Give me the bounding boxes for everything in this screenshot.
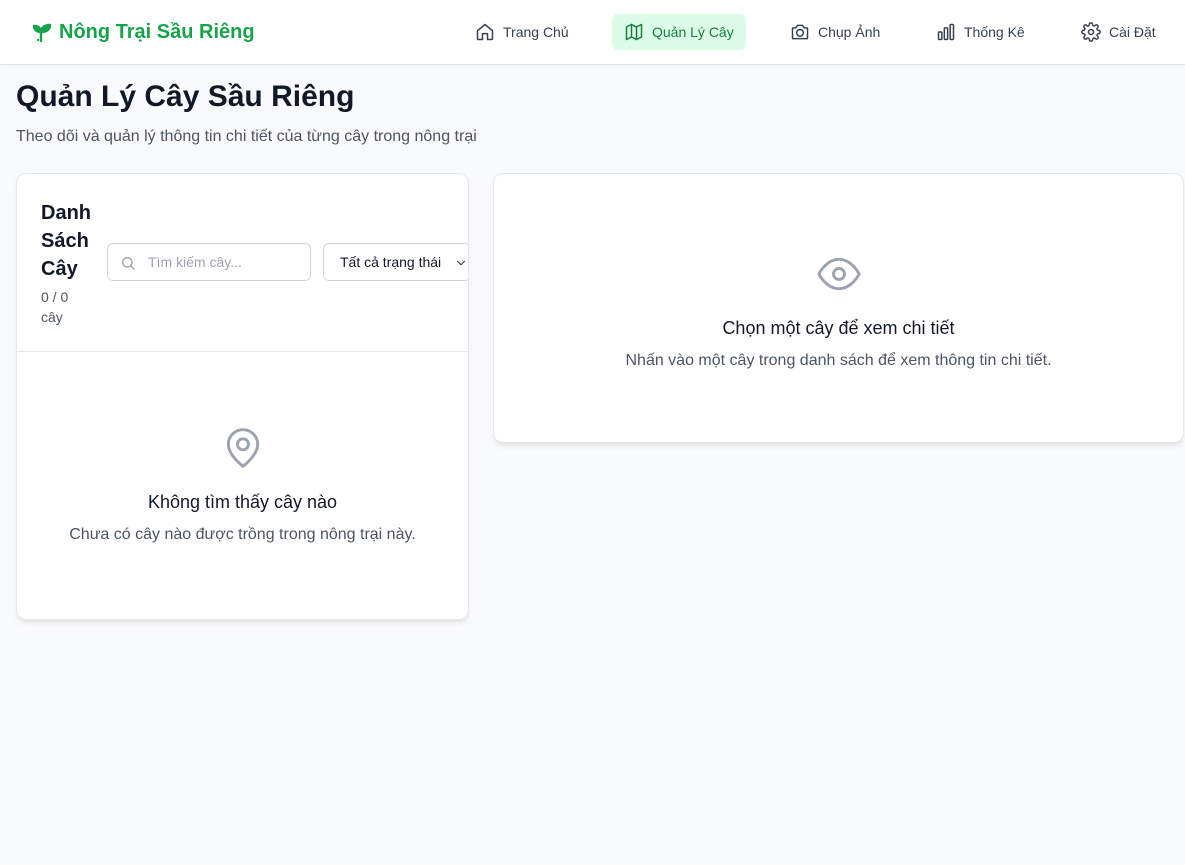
- tree-detail-panel: Chọn một cây để xem chi tiết Nhấn vào mộ…: [493, 173, 1184, 443]
- search-field: [107, 243, 311, 281]
- home-icon: [476, 23, 494, 41]
- search-icon: [122, 257, 135, 270]
- tree-list-panel: Danh Sách Cây 0 / 0 cây Tất cả trạng thá…: [16, 173, 469, 620]
- chevron-down-icon: [456, 260, 466, 266]
- page-title: Quản Lý Cây Sầu Riêng: [16, 80, 355, 113]
- tree-list-header: Danh Sách Cây 0 / 0 cây Tất cả trạng thá…: [17, 174, 468, 352]
- status-filter-value: Tất cả trạng thái: [340, 254, 442, 270]
- empty-list-title: Không tìm thấy cây nào: [147, 492, 338, 512]
- nav-label: Thống Kê: [964, 24, 1025, 40]
- main-nav: Trang Chủ Quản Lý Cây Chụp Ảnh Thống Kê …: [0, 14, 1185, 50]
- nav-label: Quản Lý Cây: [652, 24, 734, 40]
- nav-label: Cài Đặt: [1109, 24, 1156, 40]
- tree-list-title: Danh Sách Cây: [41, 202, 91, 280]
- page-subtitle: Theo dõi và quản lý thông tin chi tiết c…: [16, 128, 477, 145]
- nav-item-tree-management[interactable]: Quản Lý Cây: [612, 14, 746, 50]
- empty-detail-description: Nhấn vào một cây trong danh sách để xem …: [625, 352, 1052, 369]
- nav-label: Chụp Ảnh: [818, 24, 881, 40]
- status-filter-select[interactable]: Tất cả trạng thái: [323, 243, 468, 281]
- gear-icon: [1081, 22, 1101, 42]
- map-icon: [625, 23, 643, 41]
- nav-label: Trang Chủ: [503, 24, 569, 40]
- nav-item-camera[interactable]: Chụp Ảnh: [778, 14, 892, 50]
- tree-list-empty-state: Không tìm thấy cây nào Chưa có cây nào đ…: [17, 426, 468, 544]
- empty-list-description: Chưa có cây nào được trồng trong nông tr…: [69, 526, 416, 543]
- nav-item-settings[interactable]: Cài Đặt: [1069, 14, 1168, 50]
- tree-detail-empty-state: Chọn một cây để xem chi tiết Nhấn vào mộ…: [494, 252, 1183, 370]
- map-pin-icon: [226, 428, 259, 468]
- bar-chart-icon: [937, 23, 955, 41]
- nav-item-home[interactable]: Trang Chủ: [463, 14, 581, 50]
- search-input[interactable]: [148, 254, 303, 270]
- eye-icon: [816, 257, 861, 291]
- top-navigation-bar: Nông Trại Sầu Riêng Trang Chủ Quản Lý Câ…: [0, 0, 1185, 65]
- nav-item-statistics[interactable]: Thống Kê: [924, 14, 1037, 50]
- empty-detail-title: Chọn một cây để xem chi tiết: [722, 318, 955, 338]
- camera-icon: [791, 24, 809, 40]
- tree-count: 0 / 0 cây: [41, 289, 69, 325]
